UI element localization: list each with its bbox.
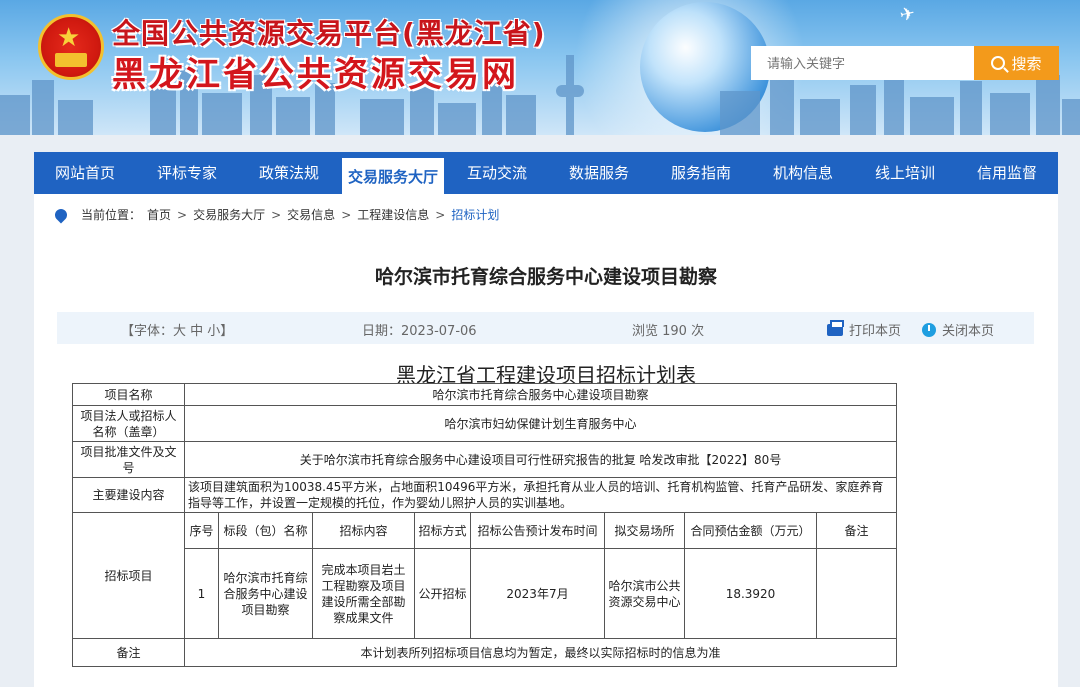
- site-title-top: 全国公共资源交易平台(黑龙江省): [112, 17, 546, 50]
- breadcrumb-trading-hall[interactable]: 交易服务大厅: [193, 206, 265, 223]
- nav-item-trading-hall[interactable]: 交易服务大厅: [340, 156, 446, 194]
- remarks-value: 本计划表所列招标项目信息均为暂定，最终以实际招标时的信息为准: [183, 638, 898, 667]
- location-pin-icon: [52, 206, 70, 223]
- content-value: 该项目建筑面积为10038.45平方米，占地面积10496平方米，承担托育从业人…: [183, 477, 898, 513]
- breadcrumb-construction-info[interactable]: 工程建设信息: [357, 206, 429, 223]
- national-emblem-icon: ★: [38, 14, 104, 80]
- search-icon: [991, 56, 1006, 70]
- power-icon: [922, 322, 936, 337]
- column-header: 招标公告预计发布时间: [470, 512, 605, 549]
- nav-item-institutions[interactable]: 机构信息: [752, 152, 854, 194]
- close-page-button[interactable]: 关闭本页: [922, 320, 994, 339]
- bidding-plan-table: 项目名称 哈尔滨市托育综合服务中心建设项目勘察 项目法人或招标人名称（盖章） 哈…: [72, 383, 898, 667]
- approval-value: 关于哈尔滨市托育综合服务中心建设项目可行性研究报告的批复 哈发改审批【2022】…: [183, 441, 898, 478]
- column-header: 序号: [184, 512, 219, 549]
- breadcrumb-separator: >: [271, 207, 282, 222]
- table-cell: 18.3920: [684, 548, 817, 639]
- article-info-bar: 【字体：大 中 小】 日期：2023-07-06 浏览 190 次 打印本页 关…: [57, 312, 1034, 344]
- breadcrumb: 当前位置： 首页 > 交易服务大厅 > 交易信息 > 工程建设信息 > 招标计划: [52, 206, 499, 223]
- nav-item-service-guide[interactable]: 服务指南: [650, 152, 752, 194]
- column-header: 合同预估金额（万元）: [684, 512, 817, 549]
- breadcrumb-separator: >: [435, 207, 446, 222]
- row-label-owner: 项目法人或招标人名称（盖章）: [72, 405, 185, 442]
- column-header: 标段（包）名称: [218, 512, 313, 549]
- page-title: 哈尔滨市托育综合服务中心建设项目勘察: [374, 266, 717, 288]
- column-header: 招标方式: [414, 512, 471, 549]
- print-label: 打印本页: [849, 324, 902, 339]
- printer-icon: [827, 319, 844, 336]
- column-header: 招标内容: [312, 512, 415, 549]
- table-cell: 完成本项目岩土工程勘察及项目建设所需全部勘察成果文件: [312, 548, 415, 639]
- row-label-approval: 项目批准文件及文号: [72, 441, 185, 478]
- site-title-main: 黑龙江省公共资源交易网: [112, 55, 519, 95]
- nav-item-policies[interactable]: 政策法规: [238, 152, 340, 194]
- table-cell: 哈尔滨市公共资源交易中心: [604, 548, 685, 639]
- nav-item-experts[interactable]: 评标专家: [136, 152, 238, 194]
- breadcrumb-trading-info[interactable]: 交易信息: [287, 206, 335, 223]
- owner-value: 哈尔滨市妇幼保健计划生育服务中心: [183, 405, 898, 442]
- close-label: 关闭本页: [942, 324, 995, 339]
- breadcrumb-bidding-plan[interactable]: 招标计划: [451, 206, 499, 223]
- table-cell: 公开招标: [414, 548, 471, 639]
- view-count: 浏览 190 次: [632, 324, 705, 339]
- project-name-value: 哈尔滨市托育综合服务中心建设项目勘察: [183, 383, 898, 406]
- nav-item-home[interactable]: 网站首页: [34, 152, 136, 194]
- row-label-content: 主要建设内容: [72, 477, 185, 513]
- search-button-label: 搜索: [1011, 54, 1042, 73]
- table-cell: 1: [184, 548, 219, 639]
- row-label-project-name: 项目名称: [72, 383, 185, 406]
- breadcrumb-separator: >: [341, 207, 352, 222]
- search-button[interactable]: 搜索: [974, 46, 1059, 80]
- font-size-selector[interactable]: 【字体：大 中 小】: [121, 320, 233, 339]
- breadcrumb-label: 当前位置：: [81, 208, 142, 222]
- publish-date: 日期：2023-07-06: [362, 324, 477, 339]
- print-page-button[interactable]: 打印本页: [827, 319, 902, 339]
- nav-item-credit-supervision[interactable]: 信用监督: [956, 152, 1058, 194]
- column-header: 拟交易场所: [604, 512, 685, 549]
- search-input[interactable]: [751, 46, 975, 80]
- nav-item-online-training[interactable]: 线上培训: [854, 152, 956, 194]
- row-label-remarks: 备注: [72, 638, 185, 667]
- airplane-icon: ✈: [897, 2, 918, 27]
- table-cell: [815, 548, 898, 639]
- breadcrumb-home[interactable]: 首页: [147, 206, 171, 223]
- header-banner: ✈ ★ 全国公共资源交易平台(黑龙江省) 黑龙江省公共资源交易网 搜索: [0, 0, 1080, 135]
- nav-item-interaction[interactable]: 互动交流: [446, 152, 548, 194]
- table-cell: 哈尔滨市托育综合服务中心建设项目勘察: [218, 548, 313, 639]
- nav-item-data-services[interactable]: 数据服务: [548, 152, 650, 194]
- column-header: 备注: [815, 512, 898, 549]
- breadcrumb-separator: >: [177, 207, 188, 222]
- row-label-bid-items: 招标项目: [72, 512, 185, 639]
- main-nav: 网站首页 评标专家 政策法规 交易服务大厅 互动交流 数据服务 服务指南 机构信…: [34, 152, 1058, 194]
- table-cell: 2023年7月: [470, 548, 605, 639]
- table-row: 1 哈尔滨市托育综合服务中心建设项目勘察 完成本项目岩土工程勘察及项目建设所需全…: [73, 548, 898, 639]
